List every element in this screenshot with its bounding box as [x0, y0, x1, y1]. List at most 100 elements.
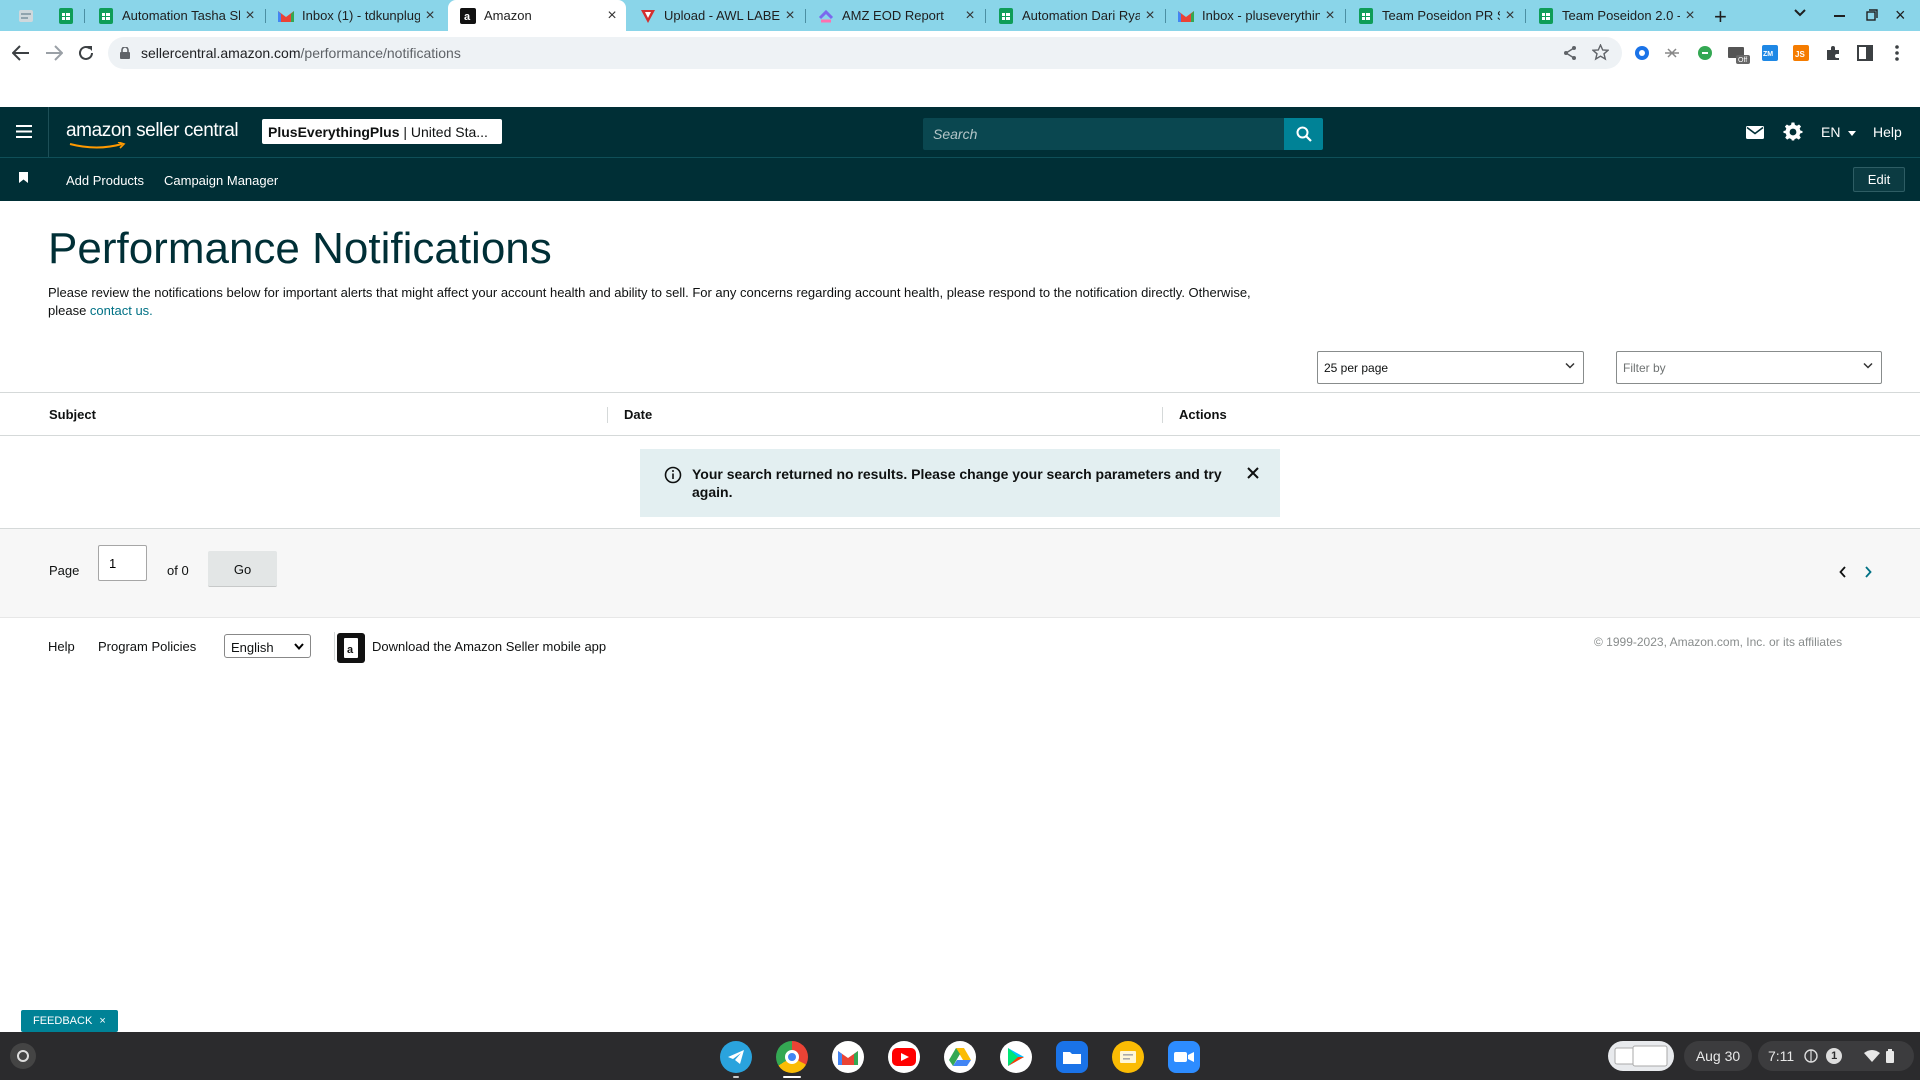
- tab-title: Inbox - pluseverything: [1202, 8, 1320, 23]
- window-close-icon[interactable]: ×: [1895, 5, 1906, 26]
- url-path: /performance/notifications: [300, 45, 461, 61]
- svg-text:a: a: [347, 644, 354, 656]
- extension-icon-4[interactable]: Off: [1728, 45, 1750, 65]
- close-icon[interactable]: ×: [1320, 7, 1340, 25]
- account-switcher[interactable]: PlusEverythingPlus | United Sta...: [262, 119, 502, 144]
- gmail-app-icon[interactable]: [832, 1041, 864, 1073]
- sheets-icon: [1538, 7, 1554, 24]
- filter-by-select[interactable]: Filter by: [1616, 351, 1882, 384]
- hamburger-menu-icon[interactable]: [16, 125, 32, 138]
- reload-icon[interactable]: [77, 44, 95, 62]
- tab-3[interactable]: Upload - AWL LABEL ×: [628, 0, 804, 31]
- language-select[interactable]: English: [224, 634, 311, 658]
- zoom-icon[interactable]: [1168, 1041, 1200, 1073]
- tab-4[interactable]: AMZ EOD Report ×: [806, 0, 984, 31]
- close-icon[interactable]: ×: [780, 7, 800, 25]
- tab-2[interactable]: a Amazon ×: [448, 0, 626, 31]
- help-link[interactable]: Help: [1873, 124, 1902, 140]
- program-policies-link[interactable]: Program Policies: [98, 639, 196, 654]
- close-icon[interactable]: ×: [420, 7, 440, 25]
- page-title: Performance Notifications: [48, 224, 552, 273]
- google-drive-icon[interactable]: [944, 1041, 976, 1073]
- close-icon[interactable]: ×: [602, 7, 622, 25]
- footer-help-link[interactable]: Help: [48, 639, 75, 654]
- restore-icon[interactable]: [1866, 9, 1878, 21]
- tab-6[interactable]: Inbox - pluseverything ×: [1166, 0, 1344, 31]
- previous-page-icon[interactable]: [1839, 566, 1847, 578]
- feedback-button[interactable]: FEEDBACK ×: [21, 1010, 118, 1032]
- bookmark-campaign-manager[interactable]: Campaign Manager: [164, 173, 278, 188]
- date-tray[interactable]: Aug 30: [1684, 1041, 1752, 1071]
- new-tab-icon[interactable]: +: [1714, 4, 1727, 30]
- bookmark-bar: Add Products Campaign Manager Edit: [0, 157, 1920, 201]
- tab-8[interactable]: Team Poseidon 2.0 - ×: [1526, 0, 1704, 31]
- extensions-puzzle-icon[interactable]: [1825, 45, 1841, 61]
- close-icon[interactable]: ×: [1140, 7, 1160, 25]
- back-icon[interactable]: [12, 45, 30, 61]
- amazon-seller-central-logo[interactable]: amazon seller central: [66, 120, 239, 149]
- launcher-icon[interactable]: [10, 1043, 36, 1069]
- per-page-select[interactable]: 25 per page: [1317, 351, 1584, 384]
- chrome-icon[interactable]: [776, 1041, 808, 1073]
- bookmark-add-products[interactable]: Add Products: [66, 173, 144, 188]
- extension-icon-5[interactable]: ZM: [1762, 45, 1778, 61]
- play-store-icon[interactable]: [1000, 1041, 1032, 1073]
- page-number-input[interactable]: [98, 545, 147, 581]
- no-results-alert: Your search returned no results. Please …: [640, 449, 1280, 517]
- tab-title: Team Poseidon PR Sh: [1382, 8, 1500, 23]
- address-bar[interactable]: sellercentral.amazon.com/performance/not…: [108, 37, 1622, 69]
- tab-5[interactable]: Automation Dari Rya ×: [986, 0, 1164, 31]
- search-placeholder: Search: [933, 126, 978, 142]
- browser-menu-icon[interactable]: [1895, 45, 1899, 61]
- download-app-link[interactable]: Download the Amazon Seller mobile app: [372, 639, 606, 654]
- tab-search-icon[interactable]: [18, 8, 34, 24]
- amazon-app-icon[interactable]: a: [337, 633, 365, 663]
- pagination-bar: Page of 0 Go: [0, 529, 1920, 618]
- next-page-icon[interactable]: [1864, 566, 1872, 578]
- close-icon[interactable]: ×: [1680, 7, 1700, 25]
- settings-gear-icon[interactable]: [1783, 122, 1803, 142]
- extension-icon-2[interactable]: [1664, 45, 1680, 61]
- close-icon[interactable]: ×: [960, 7, 980, 25]
- table-header: Subject Date Actions: [0, 393, 1920, 436]
- share-icon[interactable]: [1562, 45, 1578, 61]
- messages-icon[interactable]: [1746, 126, 1764, 139]
- page-total-label: of 0: [167, 563, 189, 578]
- tab-search-dropdown-icon[interactable]: [1794, 9, 1806, 17]
- close-icon[interactable]: ×: [240, 7, 260, 25]
- extension-icon-6[interactable]: JS: [1793, 45, 1809, 61]
- language-selector[interactable]: EN: [1821, 124, 1857, 140]
- pinned-tab[interactable]: [52, 0, 82, 31]
- forward-icon[interactable]: [45, 45, 63, 61]
- extension-icon-3[interactable]: [1697, 45, 1713, 61]
- browser-toolbar: sellercentral.amazon.com/performance/not…: [0, 31, 1920, 76]
- close-alert-icon[interactable]: [1247, 467, 1259, 479]
- close-icon[interactable]: ×: [1500, 7, 1520, 25]
- svg-text:ZM: ZM: [1763, 51, 1773, 58]
- edit-bookmarks-button[interactable]: Edit: [1853, 167, 1905, 192]
- chevron-down-icon: [1565, 362, 1575, 369]
- files-icon[interactable]: [1056, 1041, 1088, 1073]
- bookmark-star-icon[interactable]: [1592, 44, 1609, 61]
- status-tray[interactable]: 7:11 1: [1758, 1041, 1914, 1071]
- side-panel-icon[interactable]: [1857, 45, 1873, 61]
- minimize-icon[interactable]: [1834, 15, 1845, 17]
- search-button[interactable]: [1284, 118, 1323, 150]
- contact-us-link[interactable]: contact us.: [90, 303, 153, 318]
- bookmark-icon[interactable]: [19, 172, 28, 183]
- lock-icon[interactable]: [120, 47, 130, 59]
- column-subject[interactable]: Subject: [49, 407, 96, 422]
- tab-7[interactable]: Team Poseidon PR Sh ×: [1346, 0, 1524, 31]
- telegram-icon[interactable]: [720, 1041, 752, 1073]
- search-input[interactable]: Search: [923, 118, 1284, 150]
- youtube-icon[interactable]: [888, 1041, 920, 1073]
- tab-1[interactable]: Inbox (1) - tdkunplug ×: [266, 0, 444, 31]
- tab-0[interactable]: Automation Tasha Sh ×: [86, 0, 264, 31]
- phone-hub-tray[interactable]: [1608, 1041, 1674, 1071]
- column-date[interactable]: Date: [624, 407, 652, 422]
- go-button[interactable]: Go: [208, 551, 277, 587]
- notification-count-badge[interactable]: 1: [1826, 1048, 1843, 1064]
- close-icon[interactable]: ×: [99, 1015, 105, 1027]
- extension-icon-1[interactable]: [1634, 45, 1650, 61]
- keep-notes-icon[interactable]: [1112, 1041, 1144, 1073]
